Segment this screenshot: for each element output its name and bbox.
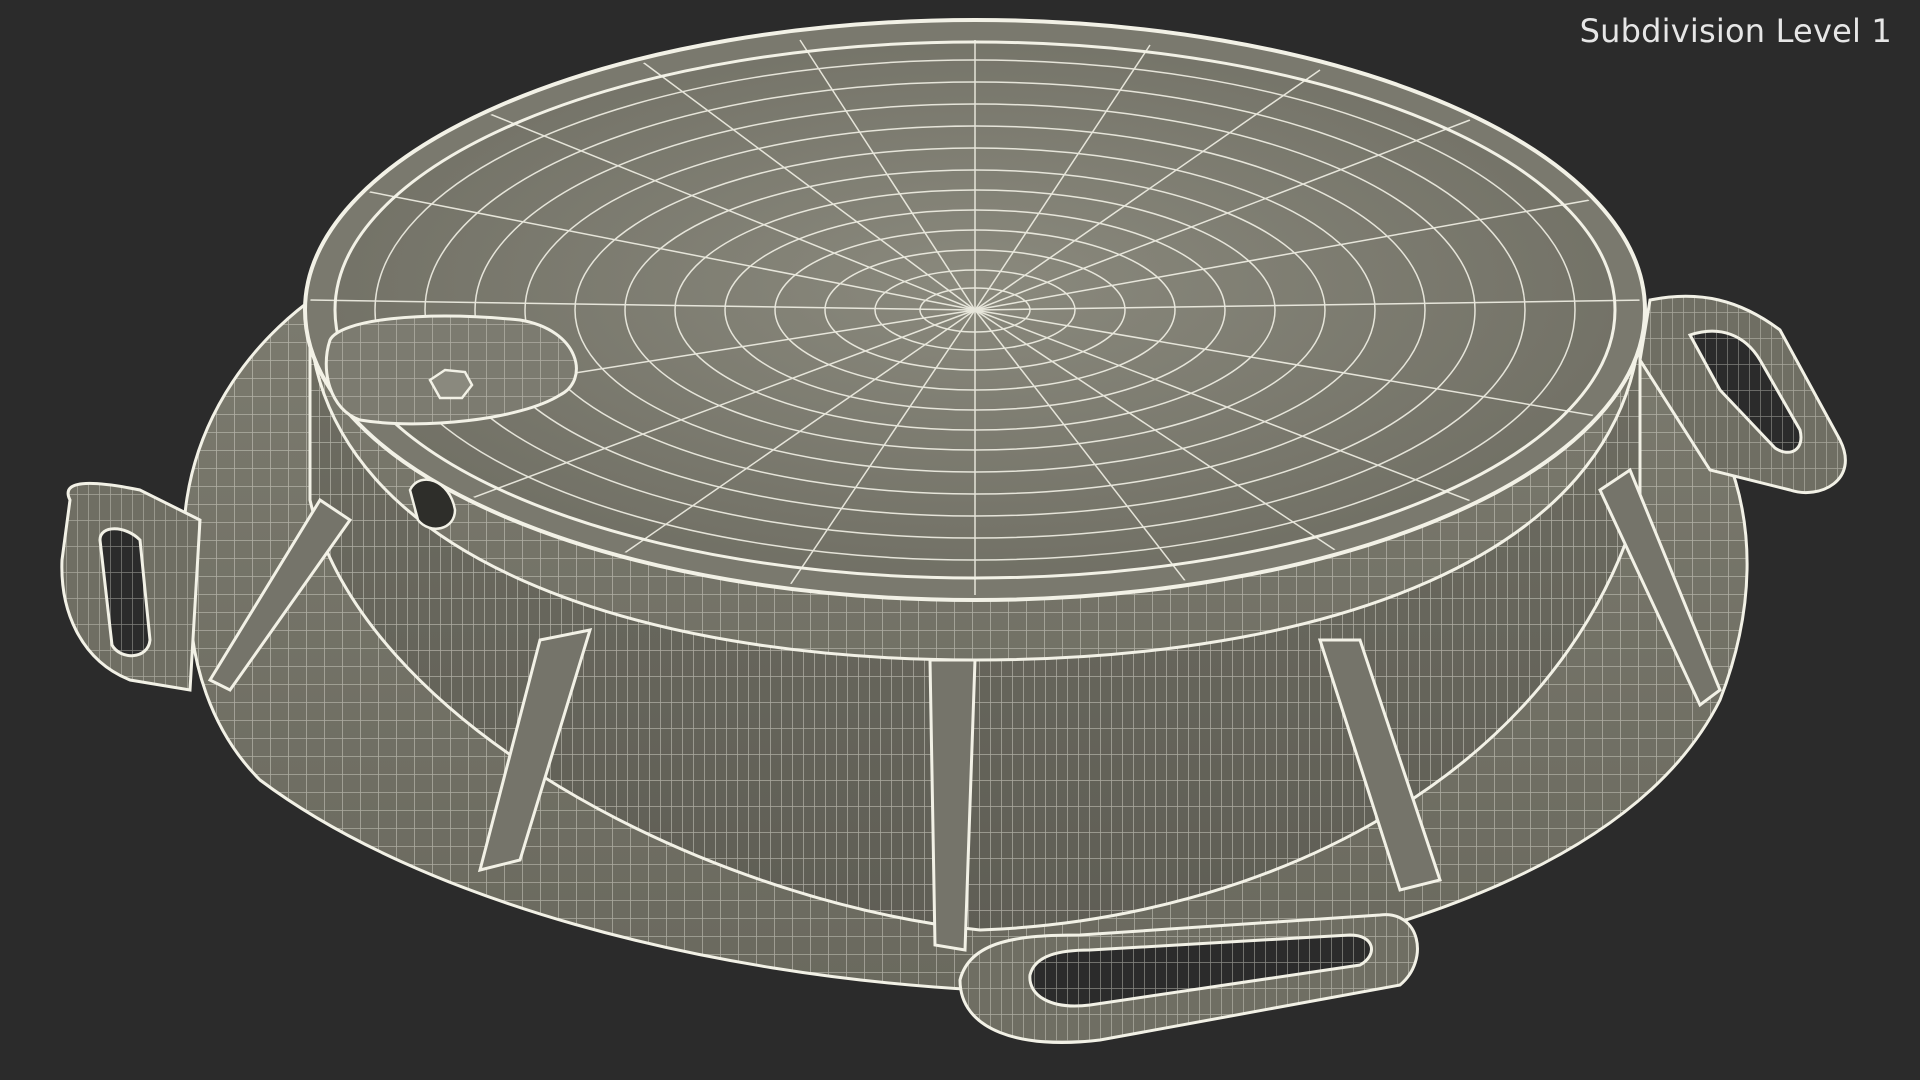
render-viewport: Subdivision Level 1: [0, 0, 1920, 1080]
subdivision-level-label: Subdivision Level 1: [1579, 12, 1892, 50]
left-handle: [60, 482, 202, 692]
manhole-cover-wireframe: [60, 18, 1847, 1044]
